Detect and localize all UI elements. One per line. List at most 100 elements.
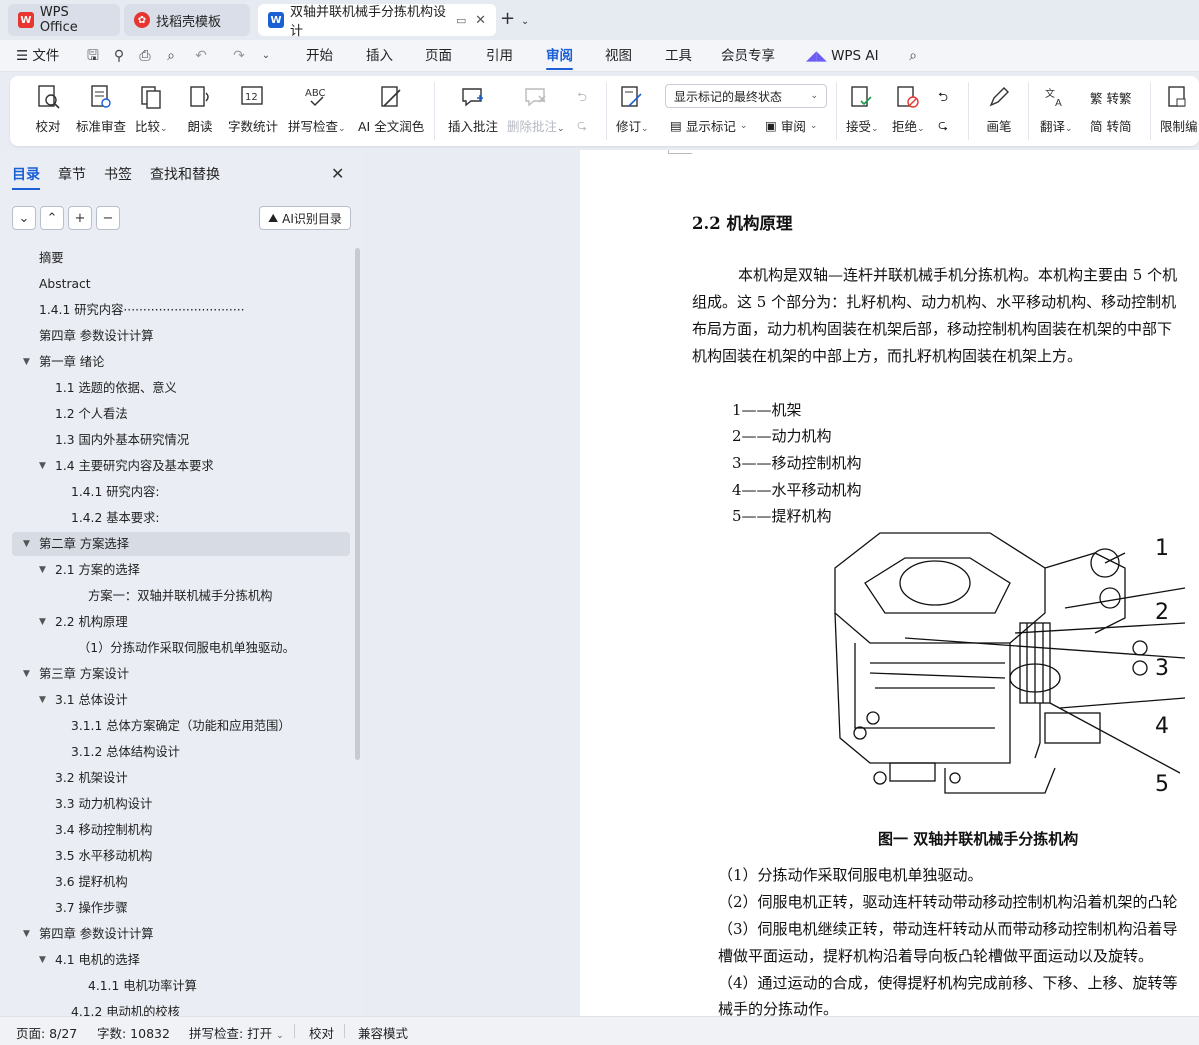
toc-item[interactable]: Abstract	[12, 272, 350, 296]
toc-item[interactable]: 第四章 参数设计计算	[12, 324, 350, 348]
expand-triangle-icon[interactable]: ▼	[23, 350, 30, 374]
proof-status[interactable]: 校对	[309, 1023, 334, 1042]
tab-wps-office[interactable]: W WPS Office	[8, 4, 120, 36]
reject-button[interactable]: 拒绝⌄	[892, 82, 925, 135]
toc-item[interactable]: ▼ 第三章 方案设计	[12, 662, 350, 686]
toc-item[interactable]: ▼ 2.1 方案的选择	[12, 558, 350, 582]
expand-triangle-icon[interactable]: ▼	[23, 532, 30, 556]
markup-mode-select[interactable]: 显示标记的最终状态 ⌄	[665, 84, 827, 108]
track-changes-button[interactable]: 修订⌄	[616, 82, 649, 135]
ai-polish-button[interactable]: AI 全文润色	[358, 82, 424, 135]
undo-icon[interactable]: ↶	[193, 48, 209, 64]
read-aloud-button[interactable]: 朗读	[186, 82, 214, 135]
toc-item[interactable]: ▼ 3.1 总体设计	[12, 688, 350, 712]
proofread-button[interactable]: 校对	[34, 82, 62, 135]
menu-insert[interactable]: 插入	[366, 40, 393, 72]
menu-review[interactable]: 审阅	[546, 40, 573, 72]
remove-heading-button[interactable]: −	[96, 206, 120, 230]
menu-home[interactable]: 开始	[306, 40, 333, 72]
toc-item[interactable]: 1.3 国内外基本研究情况	[12, 428, 350, 452]
to-traditional-button[interactable]: 繁转繁	[1090, 88, 1132, 107]
tab-template[interactable]: ✿ 找稻壳模板	[124, 4, 250, 36]
menu-member[interactable]: 会员专享	[721, 40, 775, 72]
to-simplified-button[interactable]: 简转简	[1090, 116, 1132, 135]
toc-item[interactable]: ▼ 1.4 主要研究内容及基本要求	[12, 454, 350, 478]
toc-scrollbar[interactable]	[355, 248, 360, 760]
toc-item[interactable]: 3.3 动力机构设计	[12, 792, 350, 816]
show-markup-button[interactable]: ▤ 显示标记 ⌄	[670, 116, 747, 135]
menu-page[interactable]: 页面	[425, 40, 452, 72]
next-change-icon[interactable]: ⮎	[938, 116, 948, 137]
document-page[interactable]: 2.2 机构原理 本机构是双轴—连杆并联机械手机分拣机构。本机构主要由 5 个机…	[580, 150, 1199, 1018]
expand-triangle-icon[interactable]: ▼	[39, 454, 46, 478]
pen-button[interactable]: 画笔	[985, 82, 1013, 135]
spell-check-status[interactable]: 拼写检查: 打开 ⌄	[189, 1023, 284, 1042]
save-icon[interactable]: 🖫	[85, 48, 101, 64]
compare-button[interactable]: 比较⌄	[135, 82, 168, 135]
toc-item[interactable]: ▼ 4.1 电机的选择	[12, 948, 350, 972]
expand-triangle-icon[interactable]: ▼	[39, 948, 46, 972]
toc-item[interactable]: ▼ 第二章 方案选择	[12, 532, 350, 556]
next-comment-icon[interactable]: ⮎	[577, 116, 587, 137]
expand-triangle-icon[interactable]: ▼	[39, 558, 46, 582]
toc-item[interactable]: 1.2 个人看法	[12, 402, 350, 426]
toc-item[interactable]: 3.4 移动控制机构	[12, 818, 350, 842]
expand-triangle-icon[interactable]: ▼	[39, 688, 46, 712]
menu-wps-ai[interactable]: ◢◣ WPS AI	[806, 40, 879, 72]
toc-item[interactable]: （1）分拣动作采取伺服电机单独驱动。	[12, 636, 350, 660]
tab-toc[interactable]: 目录	[12, 164, 40, 190]
new-tab-button[interactable]: + ⌄	[500, 8, 529, 29]
tab-find-replace[interactable]: 查找和替换	[150, 164, 220, 184]
toc-item[interactable]: ▼ 第四章 参数设计计算	[12, 922, 350, 946]
prev-comment-icon[interactable]: ⮌	[577, 88, 587, 109]
menu-view[interactable]: 视图	[605, 40, 632, 72]
collapse-down-button[interactable]: ⌄	[12, 206, 36, 230]
toc-item[interactable]: 3.5 水平移动机构	[12, 844, 350, 868]
expand-triangle-icon[interactable]: ▼	[39, 610, 46, 634]
word-count-status[interactable]: 字数: 10832	[97, 1023, 170, 1042]
translate-button[interactable]: 文A 翻译⌄	[1040, 82, 1073, 135]
expand-triangle-icon[interactable]: ▼	[23, 922, 30, 946]
toc-item[interactable]: 1.4.1 研究内容:	[12, 480, 350, 504]
toc-item[interactable]: 3.1.2 总体结构设计	[12, 740, 350, 764]
page-indicator[interactable]: 页面: 8/27	[16, 1023, 77, 1042]
tab-document[interactable]: W 双轴并联机械手分拣机构设计 ▭ ✕	[258, 4, 496, 39]
toc-item[interactable]: ▼ 2.2 机构原理	[12, 610, 350, 634]
search-icon[interactable]: ⌕	[905, 48, 921, 64]
spell-check-button[interactable]: ABC 拼写检查⌄	[288, 82, 346, 135]
menu-tools[interactable]: 工具	[665, 40, 692, 72]
toc-item[interactable]: ▼ 第一章 绪论	[12, 350, 350, 374]
toc-item[interactable]: 3.6 提籽机构	[12, 870, 350, 894]
restrict-edit-button[interactable]: 限制编	[1160, 82, 1199, 135]
toc-item[interactable]: 1.4.2 基本要求:	[12, 506, 350, 530]
insert-comment-button[interactable]: 插入批注	[448, 82, 498, 135]
close-icon[interactable]: ✕	[475, 13, 486, 28]
tab-chapters[interactable]: 章节	[58, 164, 86, 184]
toc-item[interactable]: 1.4.1 研究内容······························…	[12, 298, 350, 322]
toc-item[interactable]: 3.7 操作步骤	[12, 896, 350, 920]
file-menu[interactable]: ☰ 文件	[16, 40, 59, 72]
ai-toc-button[interactable]: ⛰ AI识别目录	[259, 206, 351, 230]
menu-references[interactable]: 引用	[486, 40, 513, 72]
toc-item[interactable]: 1.1 选题的依据、意义	[12, 376, 350, 400]
redo-icon[interactable]: ↷	[231, 48, 247, 64]
toc-item[interactable]: 4.1.1 电机功率计算	[12, 974, 350, 998]
toc-item[interactable]: 3.1.1 总体方案确定（功能和应用范围）	[12, 714, 350, 738]
accept-button[interactable]: 接受⌄	[846, 82, 879, 135]
close-panel-icon[interactable]: ✕	[331, 164, 344, 183]
tab-bookmarks[interactable]: 书签	[104, 164, 132, 184]
add-heading-button[interactable]: +	[68, 206, 92, 230]
toc-item[interactable]: 方案一：双轴并联机械手分拣机构	[12, 584, 350, 608]
link-icon[interactable]: ⚲	[111, 48, 127, 64]
more-chevron-icon[interactable]: ⌄	[258, 48, 274, 64]
print-preview-icon[interactable]: ⌕	[163, 48, 179, 64]
prev-change-icon[interactable]: ⮌	[938, 88, 948, 109]
word-count-button[interactable]: 12 字数统计	[228, 82, 278, 135]
collapse-up-button[interactable]: ⌃	[40, 206, 64, 230]
toc-item[interactable]: 摘要	[12, 246, 350, 270]
expand-triangle-icon[interactable]: ▼	[23, 662, 30, 686]
toc-item[interactable]: 3.2 机架设计	[12, 766, 350, 790]
review-pane-button[interactable]: ▣ 审阅 ⌄	[765, 116, 817, 135]
print-icon[interactable]: ⎙	[137, 48, 153, 64]
delete-comment-button[interactable]: 删除批注⌄	[507, 82, 565, 135]
